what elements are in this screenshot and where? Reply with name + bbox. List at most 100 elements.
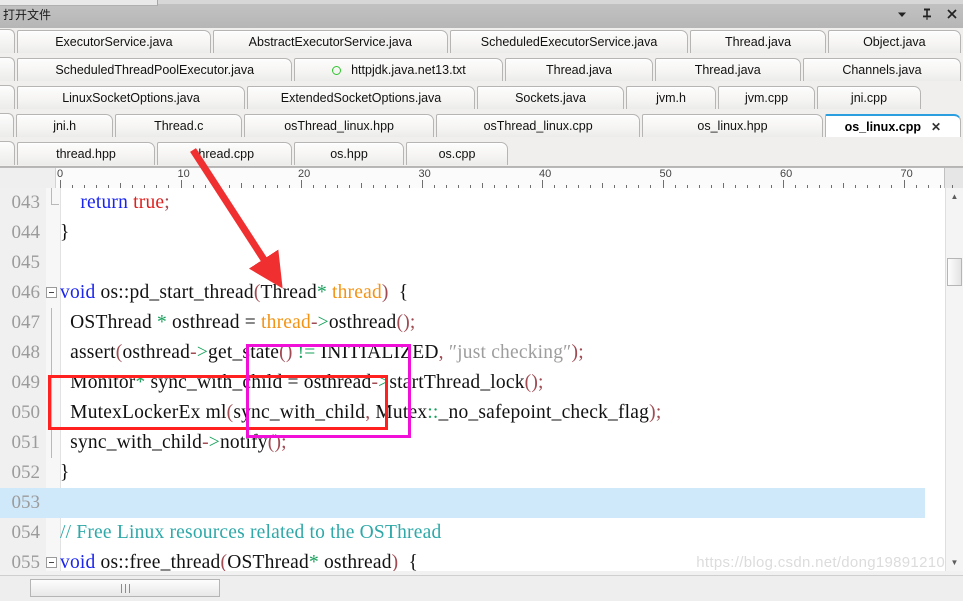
grip-line-icon: [124, 583, 126, 593]
tab-label: Channels.java: [842, 63, 922, 77]
close-icon[interactable]: [945, 7, 959, 21]
code-block-guide: [51, 428, 52, 458]
code-line[interactable]: 054 // Free Linux resources related to th…: [0, 518, 925, 548]
tab-strip: ExecutorService.java AbstractExecutorServ…: [0, 28, 963, 167]
code-line[interactable]: 047 OSThread * osthread = thread->osthre…: [0, 308, 925, 338]
code-token: *: [156, 312, 167, 333]
line-number: 043: [11, 192, 41, 213]
ruler-label: 40: [539, 168, 552, 180]
tab-label: AbstractExecutorService.java: [248, 35, 412, 49]
code-token: }: [60, 222, 70, 243]
dropdown-icon[interactable]: [895, 7, 909, 21]
code-text: void os::pd_start_thread(Thread* thread)…: [60, 278, 408, 308]
tab-os-linux-hpp[interactable]: os_linux.hpp: [642, 114, 823, 137]
tab-jvm-h[interactable]: jvm.h: [626, 86, 716, 109]
code-token: startThread_lock: [389, 372, 525, 393]
code-editor-area[interactable]: 043 return true; 044}045046 void os::pd_st…: [0, 188, 963, 571]
code-line[interactable]: 052}: [0, 458, 925, 488]
tab-abstractexecutorservice-java[interactable]: AbstractExecutorService.java: [212, 30, 448, 53]
grip-line-icon: [128, 583, 130, 593]
tab-object-java[interactable]: Object.java: [827, 30, 961, 53]
horizontal-scrollbar-thumb[interactable]: [30, 579, 220, 597]
tab-row: LinuxSocketOptions.java ExtendedSocketOpt…: [0, 84, 963, 109]
tab-executorservice-java[interactable]: ExecutorService.java: [16, 30, 211, 53]
code-text: sync_with_child->notify();: [60, 428, 287, 458]
ruler-label: 50: [659, 168, 672, 180]
code-line[interactable]: 051 sync_with_child->notify();: [0, 428, 925, 458]
tab-httpjdk-java-net13-txt[interactable]: httpjdk.java.net13.txt: [294, 58, 504, 81]
code-token: Mutex: [370, 402, 428, 423]
code-token: true: [133, 192, 165, 213]
code-token: // Free Linux resources related to the O…: [60, 522, 442, 543]
code-token: (): [524, 372, 539, 393]
vertical-scrollbar-thumb[interactable]: [947, 258, 962, 286]
code-token: >: [317, 312, 329, 333]
ruler-label: 30: [418, 168, 431, 180]
fold-toggle-icon[interactable]: [46, 287, 57, 298]
tab-thread-c[interactable]: Thread.c: [115, 114, 243, 137]
tab-sockets-java[interactable]: Sockets.java: [477, 86, 624, 109]
tab-os-cpp[interactable]: os.cpp: [406, 142, 508, 165]
tab-jni-h[interactable]: jni.h: [16, 114, 114, 137]
tab-label: Thread.java: [725, 35, 792, 49]
code-token: os::free_thread: [95, 552, 221, 571]
code-token: void: [60, 552, 96, 571]
code-token: !=: [297, 342, 316, 363]
tab-close-icon[interactable]: ✕: [931, 121, 941, 133]
tab-thread-java[interactable]: Thread.java: [505, 58, 653, 81]
line-number: 055: [11, 552, 41, 571]
tab-linuxsocketoptions-java[interactable]: LinuxSocketOptions.java: [17, 86, 245, 109]
ruler-label: 0: [57, 168, 64, 180]
code-lines[interactable]: 043 return true; 044}045046 void os::pd_st…: [0, 188, 925, 571]
scroll-down-arrow-icon[interactable]: ▼: [946, 554, 963, 571]
fold-toggle-icon[interactable]: [46, 557, 57, 568]
tab-row-left-stub: [0, 57, 15, 81]
code-token: -: [202, 432, 209, 453]
tab-thread-hpp[interactable]: thread.hpp: [17, 142, 155, 165]
tab-label: Thread.c: [154, 119, 204, 133]
tab-label: LinuxSocketOptions.java: [62, 91, 200, 105]
vertical-scrollbar[interactable]: ▲ ▼: [945, 188, 963, 571]
tab-os-linux-cpp[interactable]: os_linux.cpp ✕: [824, 114, 961, 137]
tab-channels-java[interactable]: Channels.java: [802, 58, 962, 81]
code-line[interactable]: 044}: [0, 218, 925, 248]
tab-jvm-cpp[interactable]: jvm.cpp: [718, 86, 815, 109]
tab-osthread-linux-cpp[interactable]: osThread_linux.cpp: [435, 114, 641, 137]
code-line[interactable]: 048 assert(osthread->get_state() != INIT…: [0, 338, 925, 368]
horizontal-scrollbar[interactable]: [0, 575, 963, 601]
code-token: >: [378, 372, 390, 393]
code-token: OSThread: [60, 312, 157, 333]
line-number: 045: [11, 252, 41, 273]
tab-scheduledexecutorservice-java[interactable]: ScheduledExecutorService.java: [449, 30, 689, 53]
code-token: notify: [219, 432, 268, 453]
code-line[interactable]: 043 return true;: [0, 188, 925, 218]
title-bar-top-strip: [157, 0, 963, 4]
tab-thread-cpp[interactable]: thread.cpp: [157, 142, 292, 165]
code-line[interactable]: 050 MutexLockerEx ml(sync_with_child, Mu…: [0, 398, 925, 428]
code-text: void os::free_thread(OSThread* osthread)…: [60, 548, 418, 571]
code-token: OSThread: [227, 552, 309, 571]
code-token: sync_with_child: [145, 372, 288, 393]
tab-row: ScheduledThreadPoolExecutor.java httpjdk.…: [0, 56, 963, 81]
tab-thread-java[interactable]: Thread.java: [690, 30, 826, 53]
tab-extendedsocketoptions-java[interactable]: ExtendedSocketOptions.java: [247, 86, 475, 109]
tab-thread-java[interactable]: Thread.java: [654, 58, 801, 81]
tab-jni-cpp[interactable]: jni.cpp: [817, 86, 921, 109]
pin-icon[interactable]: [920, 7, 934, 21]
line-number: 046: [11, 282, 41, 303]
code-line[interactable]: 049 Monitor* sync_with_child = osthread-…: [0, 368, 925, 398]
tab-label: os.hpp: [330, 147, 368, 161]
code-line[interactable]: 053: [0, 488, 925, 518]
code-token: ;: [409, 312, 416, 333]
code-line[interactable]: 045: [0, 248, 925, 278]
scroll-up-arrow-icon[interactable]: ▲: [946, 188, 963, 205]
code-token: ): [381, 282, 389, 303]
tab-label: os_linux.cpp: [844, 119, 921, 134]
tab-row: jni.h Thread.c osThread_linux.hpp osThread_…: [0, 112, 963, 137]
tab-osthread-linux-hpp[interactable]: osThread_linux.hpp: [244, 114, 434, 137]
tab-os-hpp[interactable]: os.hpp: [294, 142, 404, 165]
tab-scheduledthreadpoolexecutor-java[interactable]: ScheduledThreadPoolExecutor.java: [16, 58, 293, 81]
code-text: }: [60, 218, 70, 248]
code-line[interactable]: 046 void os::pd_start_thread(Thread* thre…: [0, 278, 925, 308]
